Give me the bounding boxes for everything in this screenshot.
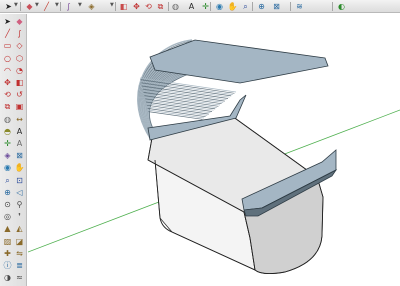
sketchup-window: ➤ ◆ ╱ ∫ ◈ ◧ ✥ ⟲ ⧉ ◍ A ✛ ◉ ✋ ⌕ ⊕ ⊠ ≋ ◐ ▼ ▼ ▼ ▼ ▼ ➤ ◆ ╱ ∫ ▭ ◇ ○ ⬡ ◠ ◔ ✥ ◧ ⟲ ↺ ⧉… (0, 0, 400, 286)
model-scene (28, 39, 400, 275)
toolbar-separator (20, 2, 21, 11)
select-icon[interactable]: ➤ (2, 16, 13, 27)
sandbox-icon[interactable]: ▲ (2, 223, 13, 234)
pencil-line-icon[interactable]: ╱ (41, 1, 52, 12)
line-icon[interactable]: ╱ (2, 28, 13, 39)
freehand-icon[interactable]: ∫ (14, 28, 25, 39)
rotated-rectangle-icon[interactable]: ◇ (14, 40, 25, 51)
move-icon[interactable]: ✥ (2, 77, 13, 88)
toolbar-separator (210, 2, 211, 11)
rectangle-icon[interactable]: ▭ (2, 40, 13, 51)
footprints-icon[interactable]: ❜ (14, 211, 25, 222)
canopy-slat (144, 96, 217, 108)
zoom-extents-icon[interactable]: ⊕ (256, 1, 267, 12)
tape-measure-icon[interactable]: ◍ (2, 114, 13, 125)
select-arrow-icon[interactable]: ➤ (3, 1, 14, 12)
polygon-icon[interactable]: ⬡ (14, 53, 25, 64)
layers-icon[interactable]: ≋ (294, 1, 305, 12)
paint-bucket-icon[interactable]: ◈ (86, 1, 97, 12)
zoom-window-icon[interactable]: ⊡ (14, 175, 25, 186)
walk-icon[interactable]: ⚲ (14, 199, 25, 210)
text-icon[interactable]: A (186, 1, 197, 12)
toolbar-separator (168, 2, 169, 11)
canopy-slat (145, 98, 216, 110)
chevron-down-icon[interactable]: ▼ (110, 2, 114, 8)
freehand-icon[interactable]: ∫ (63, 1, 74, 12)
chevron-down-icon[interactable]: ▼ (35, 2, 39, 8)
dimension-icon[interactable]: ↔ (14, 114, 25, 125)
chevron-down-icon[interactable]: ▼ (78, 2, 82, 8)
stamp-icon[interactable]: ▨ (2, 236, 13, 247)
3d-text-icon[interactable]: A (14, 138, 25, 149)
follow-me-icon[interactable]: ↺ (14, 89, 25, 100)
paint-bucket-icon[interactable]: ◈ (2, 150, 13, 161)
model-info-icon[interactable]: ⓘ (2, 260, 13, 271)
circle-icon[interactable]: ○ (2, 53, 13, 64)
chevron-down-icon[interactable]: ▼ (55, 2, 59, 8)
add-detail-icon[interactable]: ✚ (2, 248, 13, 259)
outliner-icon[interactable]: ≣ (14, 260, 25, 271)
text-icon[interactable]: A (14, 126, 25, 137)
shadows-icon[interactable]: ◑ (2, 272, 13, 283)
flip-edge-icon[interactable]: ⇋ (14, 248, 25, 259)
zoom-extents-icon[interactable]: ⊕ (2, 187, 13, 198)
move-icon[interactable]: ✥ (131, 1, 142, 12)
eraser-icon[interactable]: ◆ (14, 16, 25, 27)
section-plane-icon[interactable]: ⊠ (14, 150, 25, 161)
rotate-icon[interactable]: ⟲ (143, 1, 154, 12)
pie-icon[interactable]: ◔ (14, 65, 25, 76)
pan-icon[interactable]: ✋ (14, 162, 25, 173)
canopy-slat (148, 111, 203, 120)
scale-icon[interactable]: ⧉ (155, 1, 166, 12)
rotate-icon[interactable]: ⟲ (2, 89, 13, 100)
axes-icon[interactable]: ✛ (2, 138, 13, 149)
chevron-down-icon[interactable]: ▼ (14, 2, 18, 8)
top-toolbar: ➤ ◆ ╱ ∫ ◈ ◧ ✥ ⟲ ⧉ ◍ A ✛ ◉ ✋ ⌕ ⊕ ⊠ ≋ ◐ ▼ ▼ ▼ ▼ ▼ (0, 0, 400, 13)
zoom-icon[interactable]: ⌕ (2, 175, 13, 186)
push-pull-icon[interactable]: ◧ (14, 77, 25, 88)
fog-icon[interactable]: ≈ (14, 272, 25, 283)
toolbar-separator (290, 2, 291, 11)
drape-icon[interactable]: ◪ (14, 236, 25, 247)
toolbar-separator (115, 2, 116, 11)
warehouse-icon[interactable]: ◐ (336, 1, 347, 12)
offset-icon[interactable]: ▣ (14, 101, 25, 112)
toolbar-separator (332, 2, 333, 11)
tape-measure-icon[interactable]: ◍ (170, 1, 181, 12)
section-plane-icon[interactable]: ⊠ (271, 1, 282, 12)
pan-icon[interactable]: ✋ (227, 1, 238, 12)
drawing-viewport[interactable] (28, 14, 400, 286)
scale-icon[interactable]: ⧉ (2, 101, 13, 112)
previous-view-icon[interactable]: ◁ (14, 187, 25, 198)
orbit-icon[interactable]: ◉ (214, 1, 225, 12)
position-camera-icon[interactable]: ⊙ (2, 199, 13, 210)
zoom-icon[interactable]: ⌕ (240, 1, 251, 12)
arc-icon[interactable]: ◠ (2, 65, 13, 76)
eraser-icon[interactable]: ◆ (24, 1, 35, 12)
tool-palette: ➤ ◆ ╱ ∫ ▭ ◇ ○ ⬡ ◠ ◔ ✥ ◧ ⟲ ↺ ⧉ ▣ ◍ ↔ ◓ A ✛ A ◈ ⊠ ◉ ✋ ⌕ ⊡ ⊕ ◁ ⊙ ⚲ ◎ ❜ ▲ ◭ ▨ ◪ ✚ ⇋… (0, 14, 27, 286)
toolbar-separator (252, 2, 253, 11)
protractor-icon[interactable]: ◓ (2, 126, 13, 137)
smoove-icon[interactable]: ◭ (14, 223, 25, 234)
look-around-icon[interactable]: ◎ (2, 211, 13, 222)
orbit-icon[interactable]: ◉ (2, 162, 13, 173)
push-pull-icon[interactable]: ◧ (118, 1, 129, 12)
toolbar-separator (60, 2, 61, 11)
